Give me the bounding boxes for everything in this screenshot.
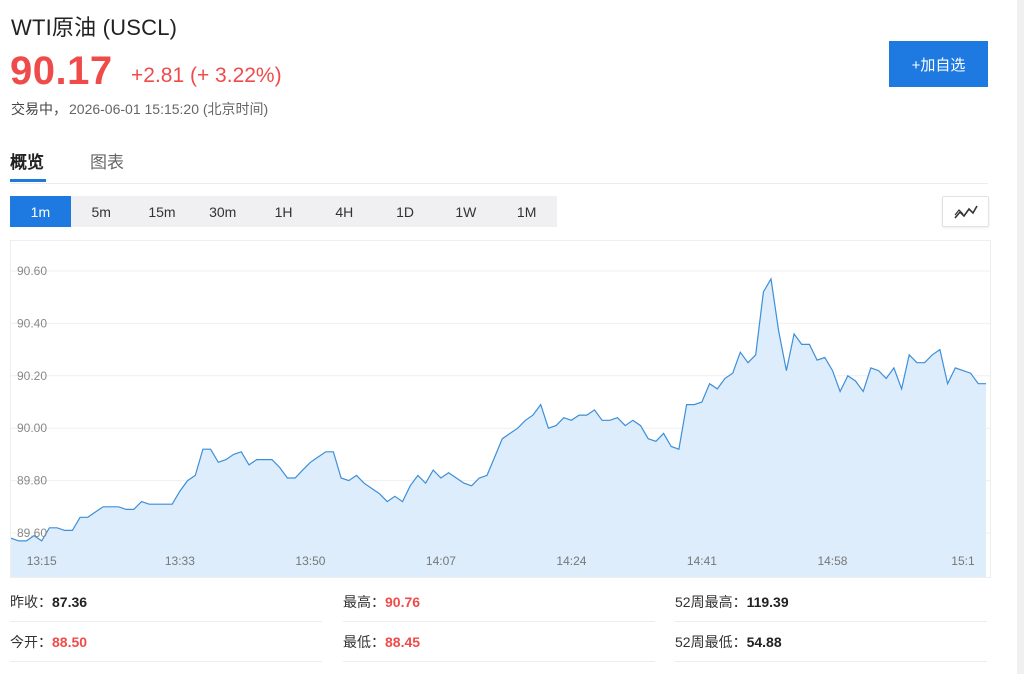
stats-panel: 昨收： 87.36 最高： 90.76 52周最高： 119.39 今开： 88.50 … [10,582,988,662]
y-tick-label: 89.80 [17,474,47,488]
y-tick-label: 90.20 [17,369,47,383]
stat-value: 54.88 [746,633,782,650]
stat-value: 88.45 [385,633,421,650]
y-tick-label: 90.60 [17,264,47,278]
interval-30m[interactable]: 30m [192,196,253,227]
stat-label: 52周最高： [675,593,747,610]
y-tick-label: 90.00 [17,421,47,435]
interval-15m[interactable]: 15m [132,196,193,227]
price-change: +2.81 (+ 3.22%) [131,64,282,87]
y-tick-label: 89.60 [17,526,47,540]
x-tick-label: 13:33 [165,554,195,568]
stat-label: 最低： [343,633,385,650]
tab-chart[interactable]: 图表 [90,148,124,173]
x-tick-label: 14:07 [426,554,456,568]
price-chart-svg: 89.60 89.80 90.00 90.20 90.40 90.60 13:15 13:33… [11,264,990,577]
interval-1mo[interactable]: 1M [496,196,557,227]
stat-high: 最高： 90.76 [343,582,655,622]
interval-1h[interactable]: 1H [253,196,314,227]
tab-overview[interactable]: 概览 [10,148,44,173]
stat-value: 119.39 [746,593,789,610]
line-chart-icon [953,205,978,219]
stat-label: 昨收： [10,593,52,610]
x-tick-label: 15:1 [951,554,975,568]
x-tick-label: 13:50 [295,554,325,568]
stat-value: 90.76 [385,593,421,610]
x-tick-label: 14:24 [556,554,586,568]
x-tick-label: 14:41 [687,554,717,568]
stat-open: 今开： 88.50 [10,622,322,662]
interval-4h[interactable]: 4H [314,196,375,227]
last-price: 90.17 [10,49,113,93]
x-tick-label: 13:15 [27,554,57,568]
timestamp: 2026-06-01 15:15:20 (北京时间) [69,101,269,117]
interval-1d[interactable]: 1D [375,196,436,227]
x-tick-label: 14:58 [817,554,847,568]
interval-1w[interactable]: 1W [435,196,496,227]
interval-5m[interactable]: 5m [71,196,132,227]
stat-label: 今开： [10,633,52,650]
stat-52w-low: 52周最低： 54.88 [675,622,987,662]
y-tick-label: 90.40 [17,316,47,330]
active-tab-indicator [10,179,46,182]
stat-52w-high: 52周最高： 119.39 [675,582,987,622]
price-chart[interactable]: 89.60 89.80 90.00 90.20 90.40 90.60 13:15 13:33… [10,240,991,578]
stat-value: 87.36 [52,593,88,610]
interval-1m[interactable]: 1m [10,196,71,227]
stat-value: 88.50 [52,633,88,650]
instrument-title: WTI原油 (USCL) [11,15,178,40]
stat-label: 最高： [343,593,385,610]
stat-label: 52周最低： [675,633,747,650]
status-text: 交易中， [11,101,67,117]
add-watchlist-button[interactable]: +加自选 [889,41,988,87]
stat-low: 最低： 88.45 [343,622,655,662]
chart-type-toggle[interactable] [942,196,989,227]
interval-selector: 1m 5m 15m 30m 1H 4H 1D 1W 1M [10,196,557,227]
page-scrollbar[interactable] [1017,0,1024,674]
trading-status: 交易中， 2026-06-01 15:15:20 (北京时间) [11,99,268,119]
stat-prev-close: 昨收： 87.36 [10,582,322,622]
tab-bar: 概览 图表 [10,140,988,184]
